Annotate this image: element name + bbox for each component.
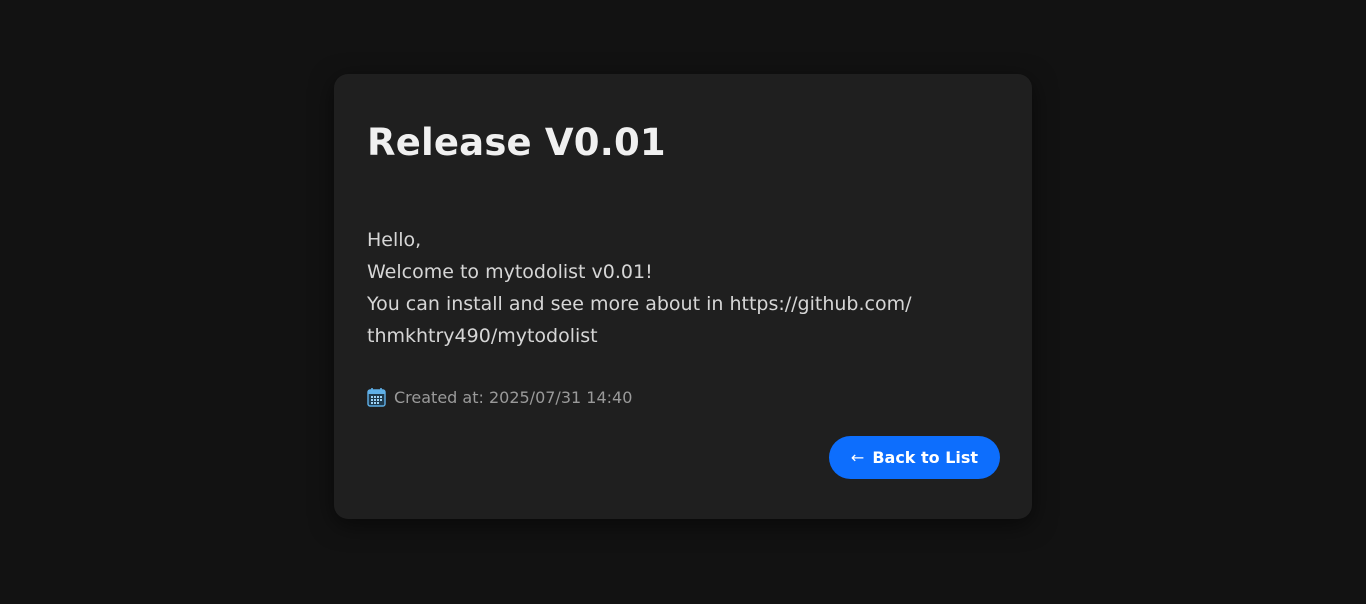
note-body-line: Welcome to mytodolist v0.01! [367,261,653,283]
back-to-list-label: Back to List [872,448,979,467]
note-title: Release V0.01 [367,121,666,164]
calendar-icon [367,387,386,407]
note-body-line: Hello, [367,229,422,251]
arrow-left-icon: ← [850,448,865,467]
back-to-list-button[interactable]: ← Back to List [829,436,1000,479]
note-body: Hello, Welcome to mytodolist v0.01! You … [367,224,947,352]
note-body-line: You can install and see more about in ht… [367,293,912,315]
note-body-line: thmkhtry490/mytodolist [367,325,598,347]
created-at-label: Created at: 2025/07/31 14:40 [394,387,633,407]
created-at: Created at: 2025/07/31 14:40 [367,387,632,407]
note-card: Release V0.01 Hello, Welcome to mytodoli… [334,74,1032,519]
